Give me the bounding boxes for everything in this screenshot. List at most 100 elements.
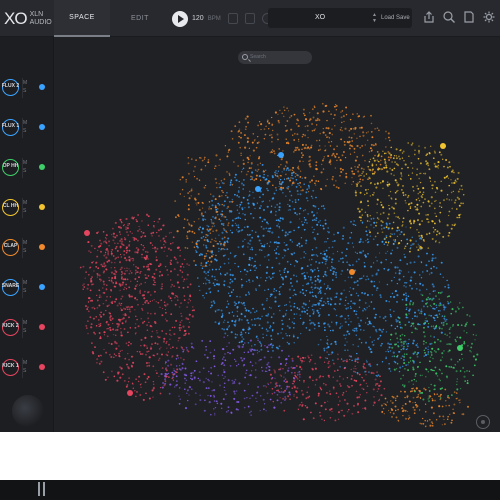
sample-point[interactable] <box>212 355 216 358</box>
sample-point[interactable] <box>352 181 354 183</box>
mute-button[interactable]: M <box>23 199 27 207</box>
sample-point[interactable] <box>151 244 154 246</box>
sample-point[interactable] <box>192 347 195 350</box>
sample-point[interactable] <box>329 417 332 419</box>
sample-point[interactable] <box>454 364 456 366</box>
sample-point[interactable] <box>390 333 393 336</box>
sample-point[interactable] <box>374 154 376 157</box>
sample-point[interactable] <box>350 300 352 303</box>
sample-point[interactable] <box>188 222 190 224</box>
sample-point[interactable] <box>388 207 391 210</box>
sample-point[interactable] <box>266 120 269 123</box>
sample-point[interactable] <box>328 161 331 164</box>
sample-point[interactable] <box>226 328 229 331</box>
sample-point[interactable] <box>466 370 468 372</box>
space-view[interactable]: Search <box>55 37 500 432</box>
sample-point[interactable] <box>287 342 291 345</box>
sample-point[interactable] <box>420 205 423 208</box>
sample-point[interactable] <box>230 331 233 334</box>
sample-point[interactable] <box>140 344 142 347</box>
sample-point[interactable] <box>119 289 121 292</box>
sample-point[interactable] <box>471 342 473 345</box>
sample-point[interactable] <box>266 277 268 279</box>
sample-point[interactable] <box>445 375 448 378</box>
sample-point[interactable] <box>285 195 287 197</box>
sample-point[interactable] <box>369 158 372 161</box>
sample-point[interactable] <box>420 172 422 174</box>
sample-point[interactable] <box>344 280 346 282</box>
sample-point[interactable] <box>323 283 326 285</box>
sample-point[interactable] <box>195 251 198 254</box>
sample-point[interactable] <box>325 258 328 260</box>
sample-point[interactable] <box>427 371 429 373</box>
sample-point[interactable] <box>285 358 288 361</box>
sample-point[interactable] <box>351 412 354 415</box>
sample-point[interactable] <box>333 388 335 390</box>
sample-point[interactable] <box>256 349 258 351</box>
sample-point[interactable] <box>263 173 265 176</box>
sample-point[interactable] <box>108 279 111 282</box>
sample-point[interactable] <box>324 401 326 404</box>
sample-point[interactable] <box>288 393 292 396</box>
sample-point[interactable] <box>315 139 318 142</box>
sample-point[interactable] <box>306 391 308 394</box>
sample-point[interactable] <box>197 227 200 230</box>
sample-point[interactable] <box>231 137 234 140</box>
sample-point[interactable] <box>433 265 435 268</box>
sample-point[interactable] <box>383 413 385 415</box>
sample-point[interactable] <box>191 378 194 381</box>
sample-point[interactable] <box>227 222 230 224</box>
sample-point[interactable] <box>120 302 123 305</box>
sample-point[interactable] <box>349 236 352 239</box>
sample-point[interactable] <box>102 280 105 283</box>
sample-point[interactable] <box>372 168 374 171</box>
sample-point[interactable] <box>179 368 182 371</box>
sample-point[interactable] <box>158 275 161 277</box>
sample-point[interactable] <box>105 238 108 240</box>
sample-slot[interactable]: FLUX 1MS <box>0 117 54 147</box>
sample-point[interactable] <box>298 218 301 220</box>
sample-point[interactable] <box>220 402 223 405</box>
sample-point[interactable] <box>215 311 217 313</box>
sample-point[interactable] <box>176 230 179 233</box>
sample-point[interactable] <box>114 247 117 250</box>
sample-point[interactable] <box>323 349 326 352</box>
sample-point[interactable] <box>451 308 454 311</box>
sample-point[interactable] <box>170 259 172 261</box>
sample-point[interactable] <box>255 177 258 181</box>
sample-point[interactable] <box>322 275 325 278</box>
sample-point[interactable] <box>115 234 118 237</box>
sample-point[interactable] <box>227 205 230 208</box>
sample-point[interactable] <box>123 272 126 275</box>
sample-point[interactable] <box>386 223 389 226</box>
sample-point[interactable] <box>372 388 375 391</box>
sample-point[interactable] <box>195 245 199 248</box>
sample-point[interactable] <box>393 295 396 299</box>
sample-point[interactable] <box>437 348 440 351</box>
sample-point[interactable] <box>405 226 407 228</box>
sample-point[interactable] <box>120 298 122 300</box>
sample-point[interactable] <box>113 356 115 358</box>
sample-point[interactable] <box>204 282 207 285</box>
sample-point[interactable] <box>364 255 367 258</box>
sample-point[interactable] <box>443 199 445 201</box>
sample-point[interactable] <box>237 265 240 268</box>
sample-point[interactable] <box>181 319 183 322</box>
sample-point[interactable] <box>223 369 225 371</box>
sample-point[interactable] <box>316 287 319 290</box>
sample-point[interactable] <box>295 396 298 399</box>
sample-point[interactable] <box>406 348 409 350</box>
sample-point[interactable] <box>121 295 124 298</box>
sample-point[interactable] <box>322 224 325 227</box>
sample-point[interactable] <box>297 355 300 358</box>
sample-point[interactable] <box>144 281 147 284</box>
sample-point[interactable] <box>231 224 234 227</box>
sample-point[interactable] <box>307 190 310 193</box>
sample-point[interactable] <box>269 211 273 214</box>
sample-point[interactable] <box>388 152 391 155</box>
sample-point[interactable] <box>168 392 171 395</box>
sample-point[interactable] <box>371 294 374 296</box>
sample-point[interactable] <box>303 112 305 115</box>
sample-point[interactable] <box>363 262 366 264</box>
sample-point[interactable] <box>152 386 155 389</box>
